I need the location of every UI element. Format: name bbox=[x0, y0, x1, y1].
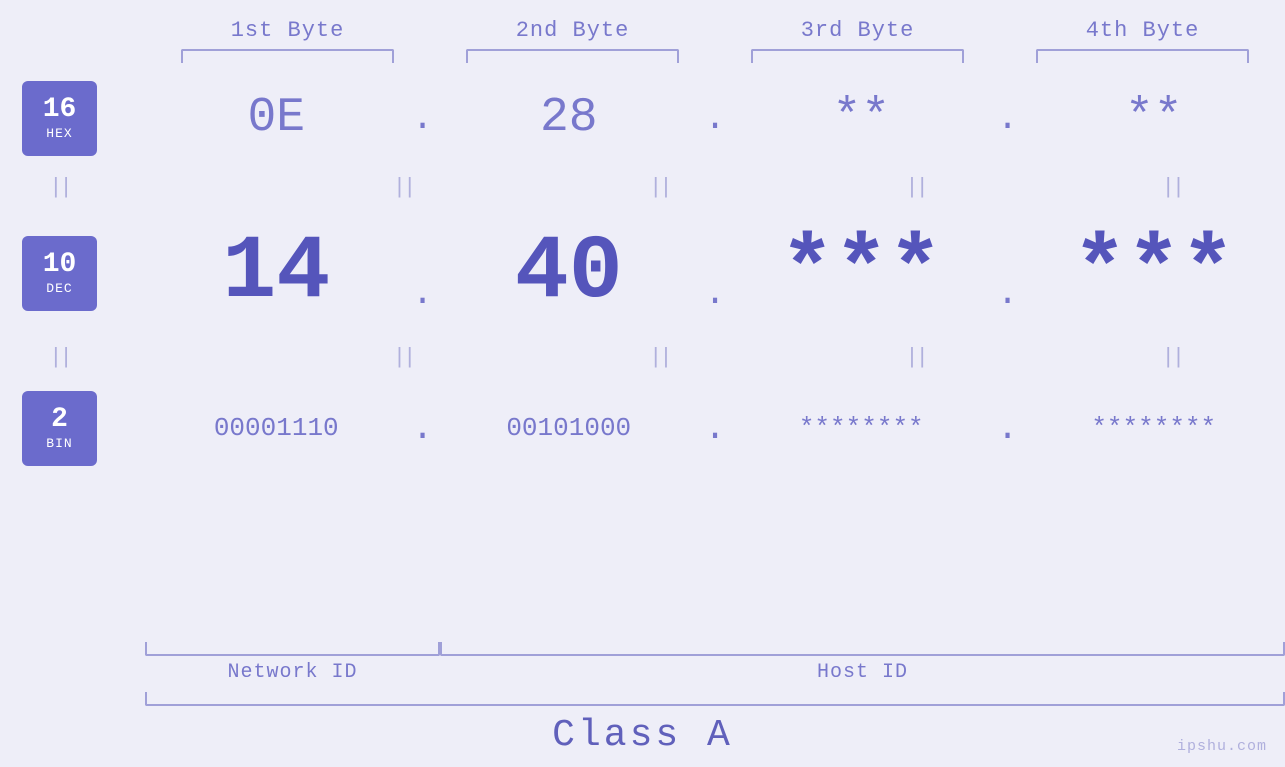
hex-badge-number: 16 bbox=[43, 95, 77, 126]
hex-dot2: . bbox=[700, 98, 730, 139]
bracket-cell-2 bbox=[430, 49, 715, 63]
hex-dot3: . bbox=[993, 98, 1023, 139]
hex-byte3-value: ** bbox=[832, 91, 890, 145]
eq-cell-1-3: || bbox=[803, 173, 1029, 203]
network-id-bracket bbox=[145, 642, 440, 656]
hex-byte2-value: 28 bbox=[540, 91, 598, 145]
dec-badge-label: DEC bbox=[46, 281, 72, 296]
bin-row: 00001110 . 00101000 . ******** . *******… bbox=[145, 373, 1285, 483]
badges-column: 16 HEX || 10 DEC || 2 BIN bbox=[22, 63, 97, 483]
bin-badge-number: 2 bbox=[51, 405, 68, 436]
hex-byte2-cell: 28 bbox=[438, 91, 701, 145]
byte1-header: 1st Byte bbox=[145, 18, 430, 43]
dec-byte4-cell: *** bbox=[1023, 222, 1285, 324]
main-container: 1st Byte 2nd Byte 3rd Byte 4th Byte 16 H… bbox=[0, 0, 1285, 767]
hex-dot1: . bbox=[408, 98, 438, 139]
bin-badge: 2 BIN bbox=[22, 391, 97, 466]
bin-dot2: . bbox=[700, 408, 730, 449]
class-label-row: Class A bbox=[0, 714, 1285, 757]
bin-dot3: . bbox=[993, 408, 1023, 449]
bracket-cell-3 bbox=[715, 49, 1000, 63]
hex-badge-label: HEX bbox=[46, 126, 72, 141]
bracket-3 bbox=[751, 49, 965, 63]
bin-byte4-cell: ******** bbox=[1023, 413, 1285, 443]
eq-icon-1-2: || bbox=[649, 177, 669, 199]
equals-row-2: || || || || bbox=[145, 343, 1285, 373]
dec-dot3: . bbox=[993, 273, 1023, 314]
top-bracket-row bbox=[0, 49, 1285, 63]
eq-cell-2-2: || bbox=[546, 343, 772, 373]
hex-badge: 16 HEX bbox=[22, 81, 97, 156]
bin-dot1: . bbox=[408, 408, 438, 449]
rows-wrapper: 0E . 28 . ** . ** || bbox=[0, 63, 1285, 640]
full-bottom-bracket-row bbox=[0, 692, 1285, 706]
bin-byte2-cell: 00101000 bbox=[438, 413, 701, 443]
eq-icon-2-3: || bbox=[905, 347, 925, 369]
byte-headers: 1st Byte 2nd Byte 3rd Byte 4th Byte bbox=[0, 18, 1285, 43]
bracket-cell-4 bbox=[1000, 49, 1285, 63]
dec-dot2: . bbox=[700, 273, 730, 314]
bottom-bracket-nethost bbox=[0, 642, 1285, 656]
bracket-1 bbox=[181, 49, 395, 63]
byte4-header: 4th Byte bbox=[1000, 18, 1285, 43]
eq-icon-2-4: || bbox=[1162, 347, 1182, 369]
dec-dot1: . bbox=[408, 273, 438, 314]
dec-byte3-cell: *** bbox=[730, 222, 993, 324]
hex-byte1-cell: 0E bbox=[145, 91, 408, 145]
host-id-bracket bbox=[440, 642, 1285, 656]
eq-cell-2-4: || bbox=[1059, 343, 1285, 373]
hex-row: 0E . 28 . ** . ** bbox=[145, 63, 1285, 173]
eq-icon-1-1: || bbox=[393, 177, 413, 199]
eq-cell-1-1: || bbox=[290, 173, 516, 203]
eq-cell-2-1: || bbox=[290, 343, 516, 373]
bin-byte1-cell: 00001110 bbox=[145, 413, 408, 443]
hex-byte4-cell: ** bbox=[1023, 91, 1285, 145]
equals-row-1: || || || || bbox=[145, 173, 1285, 203]
dec-byte2-cell: 40 bbox=[438, 222, 701, 324]
eq-icon-2-2: || bbox=[649, 347, 669, 369]
eq-sign-2: || bbox=[49, 347, 69, 369]
eq-icon-1-4: || bbox=[1162, 177, 1182, 199]
byte3-header: 3rd Byte bbox=[715, 18, 1000, 43]
bracket-cell-1 bbox=[145, 49, 430, 63]
bin-byte3-cell: ******** bbox=[730, 413, 993, 443]
eq-sign-1: || bbox=[49, 177, 69, 199]
bin-byte1-value: 00001110 bbox=[214, 413, 339, 443]
dec-byte4-value: *** bbox=[1073, 222, 1235, 324]
byte2-header: 2nd Byte bbox=[430, 18, 715, 43]
bracket-2 bbox=[466, 49, 680, 63]
full-bottom-bracket bbox=[145, 692, 1285, 706]
hex-byte1-value: 0E bbox=[247, 91, 305, 145]
dec-byte3-value: *** bbox=[780, 222, 942, 324]
bin-byte3-value: ******** bbox=[799, 413, 924, 443]
bracket-4 bbox=[1036, 49, 1250, 63]
net-host-labels: Network ID Host ID bbox=[0, 661, 1285, 684]
watermark: ipshu.com bbox=[1177, 738, 1267, 755]
eq-icon-2-1: || bbox=[393, 347, 413, 369]
dec-byte1-cell: 14 bbox=[145, 222, 408, 324]
host-id-label: Host ID bbox=[440, 661, 1285, 684]
hex-byte4-value: ** bbox=[1125, 91, 1183, 145]
dec-badge-number: 10 bbox=[43, 250, 77, 281]
bin-byte2-value: 00101000 bbox=[506, 413, 631, 443]
eq-cell-2-3: || bbox=[803, 343, 1029, 373]
network-id-label: Network ID bbox=[145, 661, 440, 684]
hex-byte3-cell: ** bbox=[730, 91, 993, 145]
eq-cell-1-2: || bbox=[546, 173, 772, 203]
class-label: Class A bbox=[552, 714, 733, 757]
dec-badge: 10 DEC bbox=[22, 236, 97, 311]
bin-byte4-value: ******** bbox=[1091, 413, 1216, 443]
dec-byte2-value: 40 bbox=[515, 222, 623, 324]
dec-byte1-value: 14 bbox=[222, 222, 330, 324]
bin-badge-label: BIN bbox=[46, 436, 72, 451]
eq-cell-1-4: || bbox=[1059, 173, 1285, 203]
dec-row: 14 . 40 . *** . *** bbox=[145, 203, 1285, 343]
eq-icon-1-3: || bbox=[905, 177, 925, 199]
